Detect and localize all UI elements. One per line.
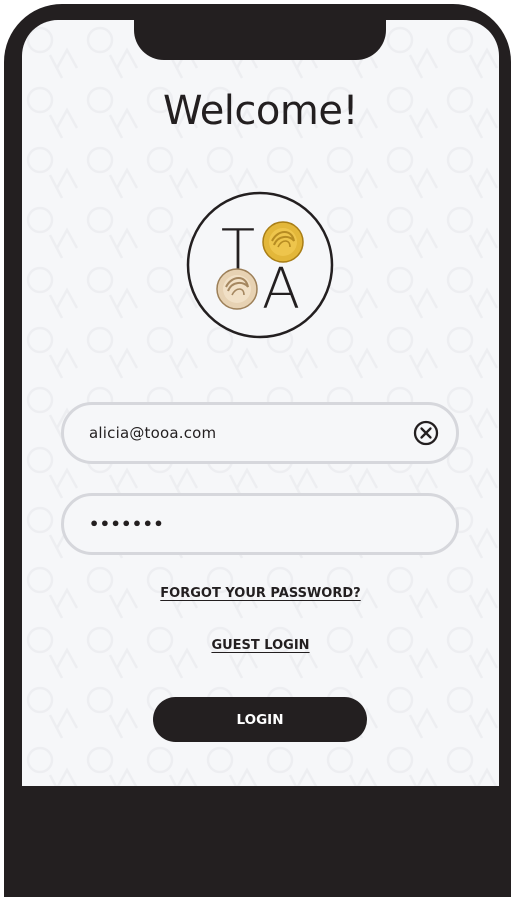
clear-circle-x-icon[interactable]	[413, 420, 439, 446]
macaron-cream-icon	[216, 268, 258, 310]
logo-letter-a: A	[262, 257, 300, 322]
login-button[interactable]: LOGIN	[153, 697, 367, 742]
password-value: •••••••	[89, 514, 165, 534]
email-value: alicia@tooa.com	[89, 424, 217, 442]
phone-notch	[134, 20, 386, 60]
welcome-title: Welcome!	[162, 88, 359, 134]
forgot-password-link[interactable]: FORGOT YOUR PASSWORD?	[22, 586, 499, 601]
tooa-logo: T A	[186, 191, 334, 339]
password-field[interactable]: •••••••	[61, 493, 459, 555]
email-field[interactable]: alicia@tooa.com	[61, 402, 459, 464]
guest-login-link[interactable]: GUEST LOGIN	[22, 638, 499, 653]
macaron-gold-icon	[262, 221, 304, 263]
